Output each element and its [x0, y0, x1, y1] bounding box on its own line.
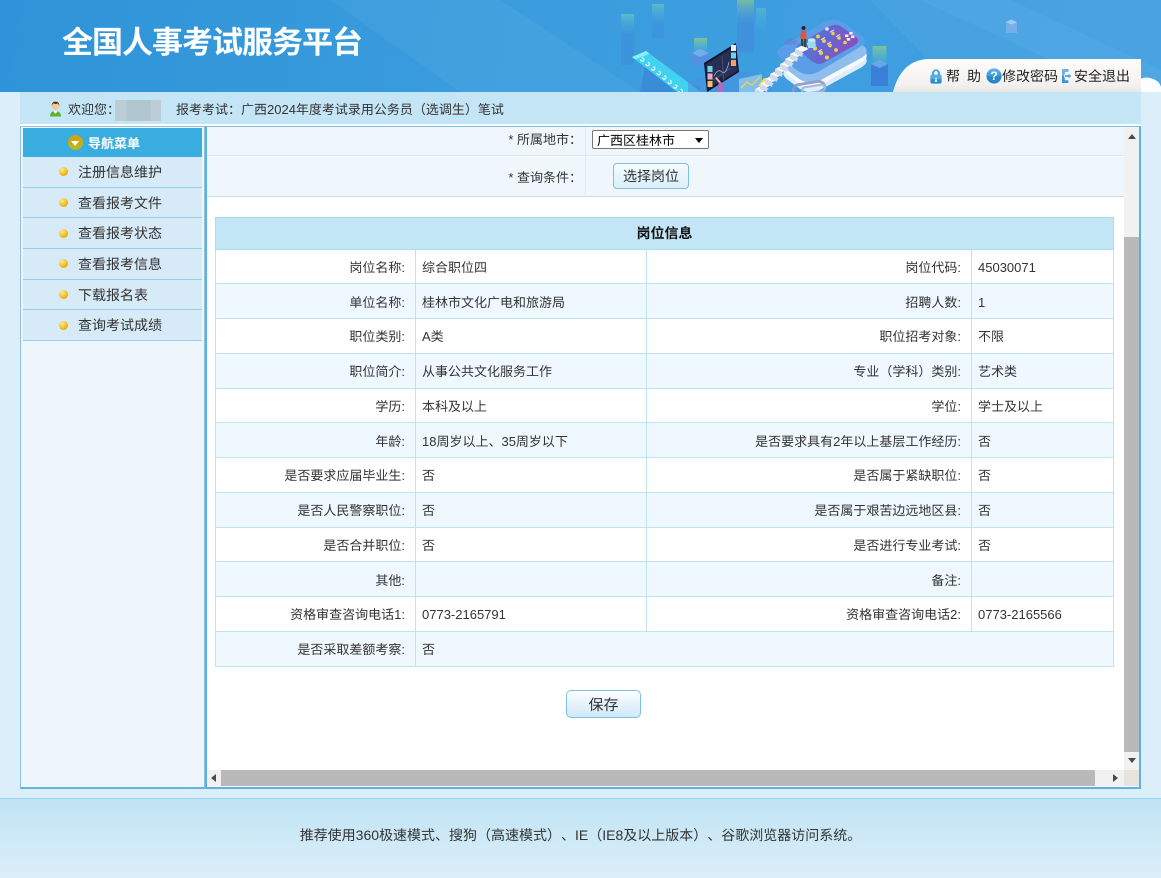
svg-text:?: ?	[990, 69, 997, 83]
